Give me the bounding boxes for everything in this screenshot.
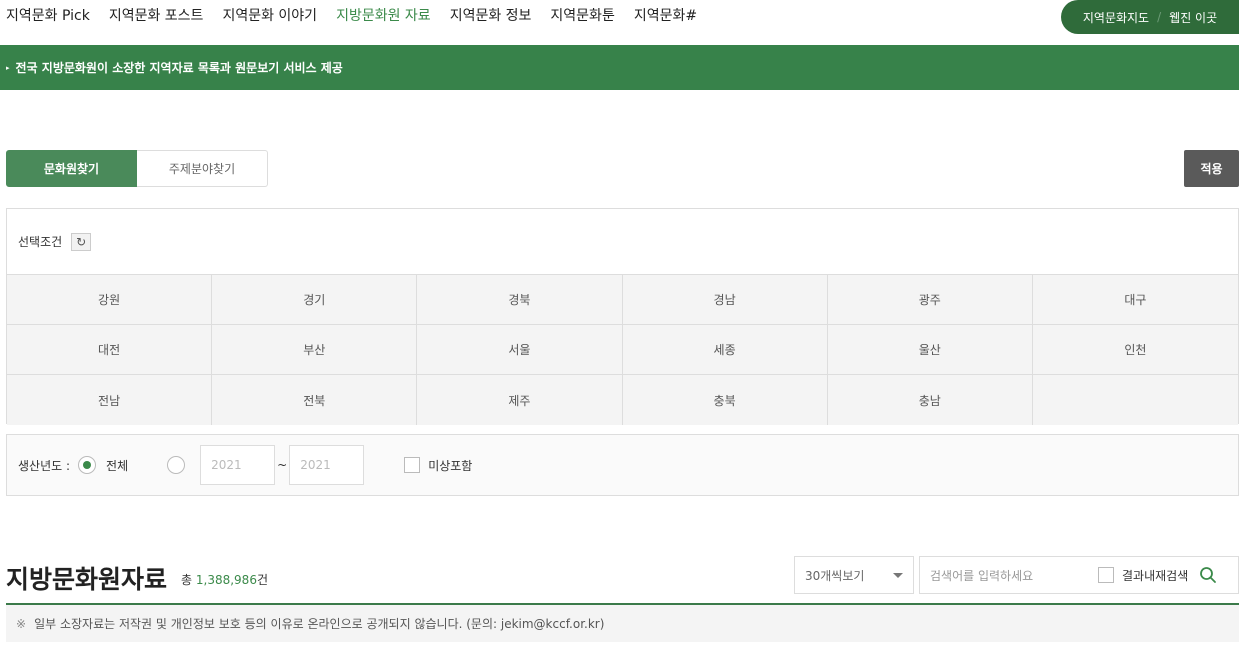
search-mode-tabs: 문화원찾기 주제분야찾기 (6, 150, 268, 187)
condition-label: 선택조건 (18, 235, 63, 249)
notice-text: 일부 소장자료는 저작권 및 개인정보 보호 등의 이유로 온라인으로 공개되지… (34, 617, 605, 631)
unknown-year-checkbox[interactable] (404, 457, 421, 473)
region-daejeon[interactable]: 대전 (7, 325, 213, 375)
nav-item-pick[interactable]: 지역문화 Pick (6, 6, 90, 26)
unknown-year-label: 미상포함 (428, 458, 473, 473)
nav-item-post[interactable]: 지역문화 포스트 (109, 6, 204, 26)
culture-map-link[interactable]: 지역문화지도 (1083, 9, 1149, 26)
notice-marker: ※ (16, 616, 27, 631)
region-jeonnam[interactable]: 전남 (7, 375, 213, 425)
total-prefix: 총 (181, 573, 193, 587)
page-size-value: 30개씩보기 (805, 568, 865, 583)
search-input[interactable]: 검색어를 입력하세요 (920, 567, 1098, 584)
notice-bar: ※ 일부 소장자료는 저작권 및 개인정보 보호 등의 이유로 온라인으로 공개… (6, 603, 1239, 642)
banner-text: 전국 지방문화원이 소장한 지역자료 목록과 원문보기 서비스 제공 (15, 61, 343, 75)
nav-item-info[interactable]: 지역문화 정보 (450, 6, 532, 26)
region-gwangju[interactable]: 광주 (827, 275, 1033, 325)
region-gyeongbuk[interactable]: 경북 (417, 275, 623, 325)
chevron-down-icon (893, 573, 903, 578)
search-within-label: 결과내재검색 (1122, 568, 1189, 583)
page-size-select[interactable]: 30개씩보기 (794, 556, 914, 594)
tab-subject[interactable]: 주제분야찾기 (137, 150, 268, 187)
search-icon[interactable] (1198, 565, 1218, 585)
condition-panel: 선택조건 ↻ 강원 경기 경북 경남 광주 대구 대전 부산 서울 세종 울산 … (6, 208, 1239, 425)
nav-item-center-data[interactable]: 지방문화원 자료 (336, 6, 431, 26)
total-count: 1,388,986 (195, 573, 257, 587)
condition-header: 선택조건 ↻ (7, 209, 1238, 274)
pill-separator: / (1157, 10, 1162, 24)
region-ulsan[interactable]: 울산 (827, 325, 1033, 375)
results-total: 총 1,388,986건 (181, 571, 268, 588)
search-within-checkbox[interactable] (1098, 567, 1114, 583)
region-daegu[interactable]: 대구 (1032, 275, 1238, 325)
region-chungbuk[interactable]: 충북 (622, 375, 828, 425)
external-links-pill: 지역문화지도 / 웹진 이곳 (1061, 0, 1239, 34)
radio-selected-dot (83, 461, 92, 469)
region-gyeonggi[interactable]: 경기 (212, 275, 418, 325)
region-incheon[interactable]: 인천 (1032, 325, 1238, 375)
top-nav: 지역문화 Pick 지역문화 포스트 지역문화 이야기 지방문화원 자료 지역문… (0, 0, 1239, 34)
year-tilde: ~ (277, 458, 288, 472)
nav-item-toon[interactable]: 지역문화툰 (550, 6, 614, 26)
region-jeju[interactable]: 제주 (417, 375, 623, 425)
year-all-radio[interactable] (78, 456, 97, 474)
region-sejong[interactable]: 세종 (622, 325, 828, 375)
nav-menu: 지역문화 Pick 지역문화 포스트 지역문화 이야기 지방문화원 자료 지역문… (6, 6, 716, 26)
region-gyeongnam[interactable]: 경남 (622, 275, 828, 325)
nav-item-hashtag[interactable]: 지역문화# (634, 6, 697, 26)
apply-button[interactable]: 적용 (1184, 150, 1239, 187)
search-box: 검색어를 입력하세요 결과내재검색 (919, 556, 1239, 594)
region-grid: 강원 경기 경북 경남 광주 대구 대전 부산 서울 세종 울산 인천 전남 전… (7, 274, 1238, 425)
region-seoul[interactable]: 서울 (417, 325, 623, 375)
year-filter: 생산년도 : 전체 2021 ~ 2021 미상포함 (6, 434, 1239, 496)
year-all-label: 전체 (106, 458, 129, 473)
tab-culture-center[interactable]: 문화원찾기 (6, 150, 137, 187)
region-chungnam[interactable]: 충남 (827, 375, 1033, 425)
year-to-input[interactable]: 2021 (289, 445, 365, 485)
region-jeonbuk[interactable]: 전북 (212, 375, 418, 425)
year-from-input[interactable]: 2021 (200, 445, 276, 485)
region-empty-cell (1032, 375, 1238, 425)
year-label: 생산년도 : (18, 458, 71, 473)
year-range-radio[interactable] (167, 456, 186, 474)
refresh-icon[interactable]: ↻ (71, 232, 92, 251)
webzine-link[interactable]: 웹진 이곳 (1169, 9, 1217, 26)
total-suffix: 건 (256, 573, 268, 587)
region-gangwon[interactable]: 강원 (7, 275, 213, 325)
region-busan[interactable]: 부산 (212, 325, 418, 375)
description-banner: ▸ 전국 지방문화원이 소장한 지역자료 목록과 원문보기 서비스 제공 (0, 45, 1239, 90)
nav-item-story[interactable]: 지역문화 이야기 (222, 6, 317, 26)
results-title: 지방문화원자료 (6, 565, 168, 594)
triangle-bullet-icon: ▸ (6, 63, 10, 72)
